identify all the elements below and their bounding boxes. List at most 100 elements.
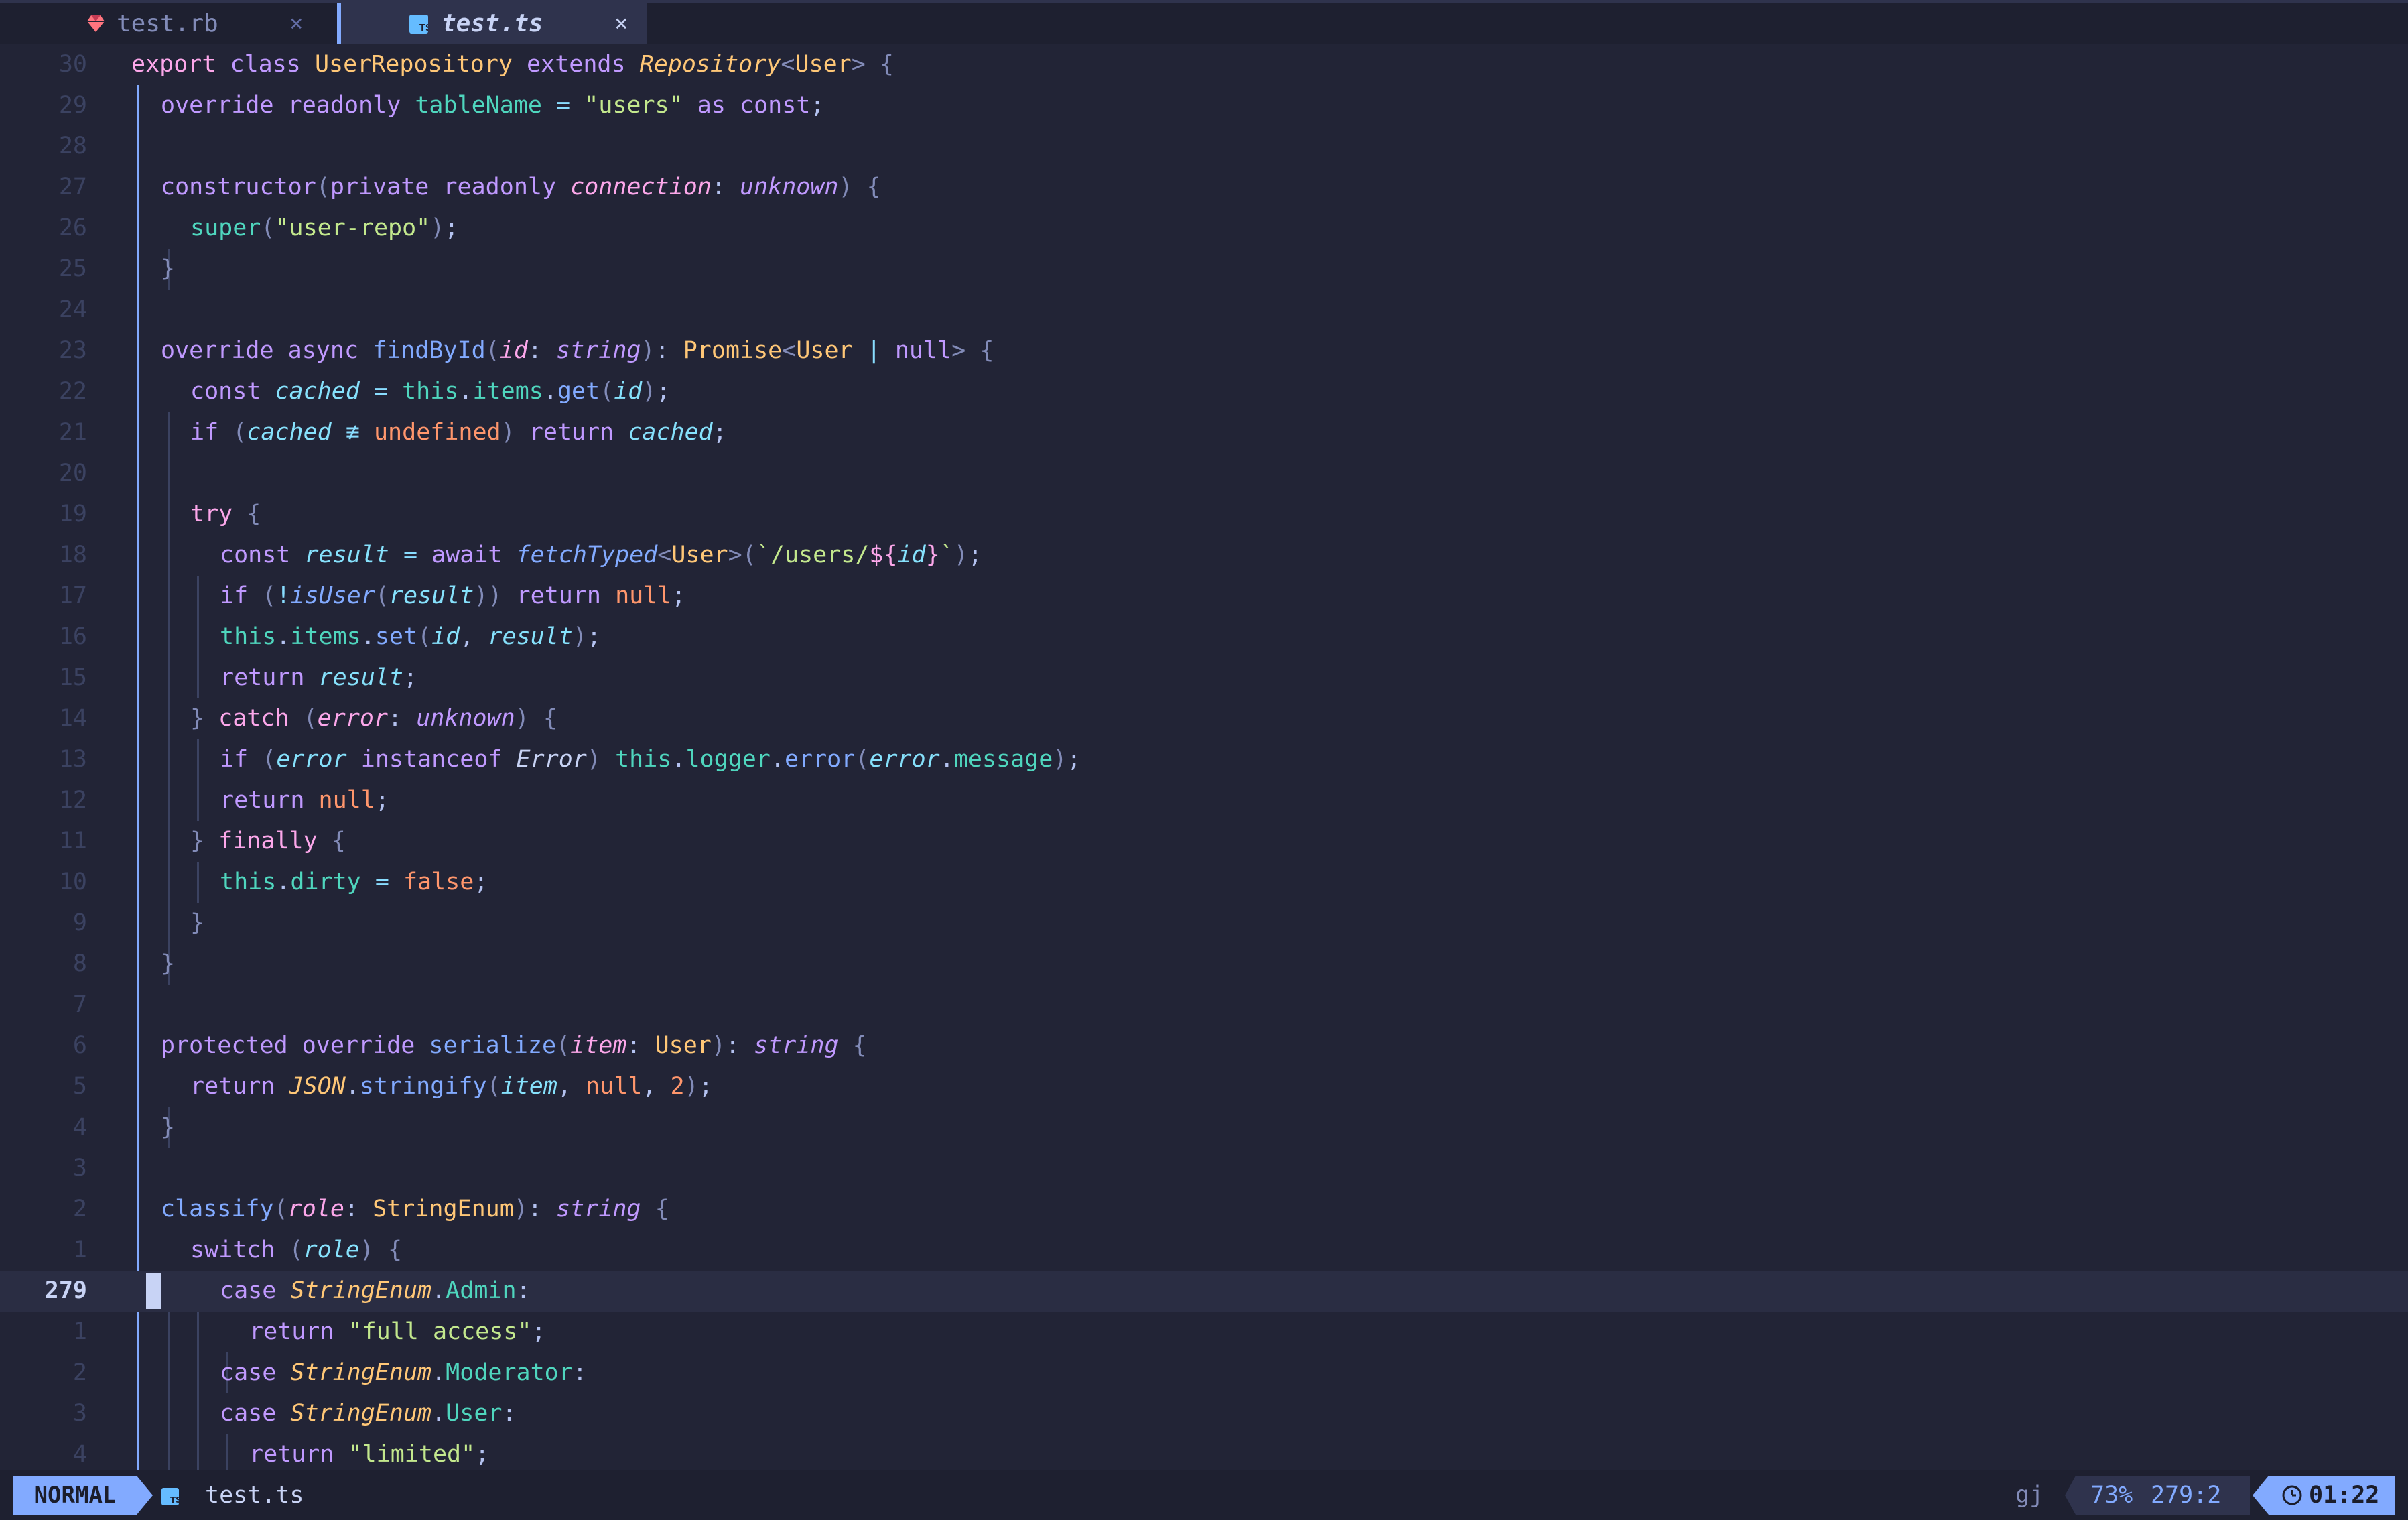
code-line[interactable]: 4} (0, 1107, 2408, 1148)
code-line[interactable]: 2 case StringEnum.Moderator: (0, 1352, 2408, 1393)
code-line[interactable]: 24 (0, 290, 2408, 330)
line-number: 6 (72, 1032, 87, 1059)
code-text: } (161, 255, 176, 282)
line-number: 2 (72, 1359, 87, 1386)
line-number: 1 (72, 1318, 87, 1345)
line-number: 7 (72, 991, 87, 1018)
code-text: } (161, 1114, 176, 1141)
code-text: } finally { (190, 828, 346, 854)
code-line[interactable]: 21 if (cached ≢ undefined) return cached; (0, 412, 2408, 453)
code-line[interactable]: 22 const cached = this.items.get(id); (0, 371, 2408, 412)
code-line[interactable]: 29 override readonly tableName = "users" … (0, 85, 2408, 126)
code-line[interactable]: 1 return "full access"; (0, 1312, 2408, 1352)
line-number: 3 (72, 1400, 87, 1427)
code-line[interactable]: 11 } finally { (0, 821, 2408, 862)
close-icon[interactable]: × (614, 12, 628, 35)
code-line[interactable]: 17 if (!isUser(result)) return null; (0, 576, 2408, 617)
code-line[interactable]: 26 super("user-repo"); (0, 208, 2408, 249)
scroll-percent: 73% (2090, 1482, 2133, 1509)
code-line[interactable]: 28 (0, 126, 2408, 167)
code-line[interactable]: 6 protected override serialize(item: User… (0, 1025, 2408, 1066)
cursor (146, 1273, 161, 1309)
code-text: if (error instanceof Error) this.logger.… (220, 746, 1081, 773)
tab-bar: test.rb × TS test.ts × (0, 0, 2408, 44)
code-text: case StringEnum.Admin: (220, 1277, 531, 1304)
code-text: return "full access"; (249, 1318, 546, 1345)
code-line[interactable]: 27 constructor(private readonly connectio… (0, 167, 2408, 208)
line-number: 15 (58, 664, 87, 691)
ruby-icon (86, 13, 106, 34)
code-line[interactable]: 1 switch (role) { (0, 1230, 2408, 1271)
status-line: NORMAL TS test.ts gj 73% 279:2 01:22 (0, 1470, 2408, 1520)
typescript-icon: TS (161, 1488, 182, 1505)
code-line[interactable]: 4 return "limited"; (0, 1434, 2408, 1470)
line-number: 13 (58, 746, 87, 773)
tab-label: test.rb (117, 9, 218, 38)
code-line[interactable]: 5 return JSON.stringify(item, null, 2); (0, 1066, 2408, 1107)
code-line[interactable]: 23 override async findById(id: string): P… (0, 330, 2408, 371)
mode-separator (137, 1476, 153, 1515)
code-line[interactable]: 15 return result; (0, 657, 2408, 698)
code-line[interactable]: 18 const result = await fetchTyped<User>(… (0, 535, 2408, 576)
code-text: this.dirty = false; (220, 869, 488, 895)
code-text: return JSON.stringify(item, null, 2); (190, 1073, 713, 1100)
editor-window: test.rb × TS test.ts × 30export (0, 0, 2408, 1520)
code-line[interactable]: 10 this.dirty = false; (0, 862, 2408, 903)
clock-icon (2281, 1484, 2303, 1507)
mode-indicator: NORMAL (13, 1476, 137, 1515)
pending-keys: gj (2015, 1482, 2044, 1509)
line-number: 20 (58, 460, 87, 487)
status-filename: test.ts (205, 1482, 304, 1509)
line-number: 8 (72, 950, 87, 977)
code-text: } catch (error: unknown) { (190, 705, 557, 732)
code-text: constructor(private readonly connection:… (161, 174, 881, 200)
code-text: switch (role) { (190, 1237, 403, 1263)
code-line[interactable]: 14} catch (error: unknown) { (0, 698, 2408, 739)
code-text: return "limited"; (249, 1441, 490, 1468)
line-number: 23 (58, 337, 87, 364)
line-number: 27 (58, 174, 87, 200)
line-number: 16 (58, 623, 87, 650)
code-text: if (!isUser(result)) return null; (220, 582, 686, 609)
line-number: 4 (72, 1441, 87, 1468)
line-number: 11 (58, 828, 87, 854)
code-line[interactable]: 19 try { (0, 494, 2408, 535)
code-line[interactable]: 12 return null; (0, 780, 2408, 821)
line-number: 2 (72, 1196, 87, 1222)
code-line[interactable]: 30 export class UserRepository extends Re… (0, 44, 2408, 85)
code-text: this.items.set(id, result); (220, 623, 602, 650)
close-icon[interactable]: × (289, 12, 303, 35)
code-text: return result; (220, 664, 418, 691)
cursor-position: 279:2 (2151, 1482, 2222, 1509)
tab-test-rb[interactable]: test.rb × (0, 3, 335, 44)
code-line[interactable]: 16 this.items.set(id, result); (0, 617, 2408, 657)
code-line[interactable]: 13 if (error instanceof Error) this.logge… (0, 739, 2408, 780)
code-line[interactable]: 25} (0, 249, 2408, 290)
code-line[interactable]: 9} (0, 903, 2408, 944)
line-number: 4 (72, 1114, 87, 1141)
line-number: 28 (58, 133, 87, 160)
code-text: override async findById(id: string): Pro… (161, 337, 994, 364)
tab-label: test.ts (442, 9, 543, 38)
code-line[interactable]: 7 (0, 985, 2408, 1025)
code-editor[interactable]: 30 export class UserRepository extends Re… (0, 44, 2408, 1470)
code-line[interactable]: 3 (0, 1148, 2408, 1189)
code-line[interactable]: 20 (0, 453, 2408, 494)
code-line[interactable]: 2 classify(role: StringEnum): string { (0, 1189, 2408, 1230)
current-line[interactable]: 279 case StringEnum.Admin: (0, 1271, 2408, 1312)
code-line[interactable]: 3 case StringEnum.User: (0, 1393, 2408, 1434)
code-text: export class UserRepository extends Repo… (131, 51, 894, 78)
line-number: 9 (72, 909, 87, 936)
code-text: override readonly tableName = "users" as… (161, 92, 825, 119)
code-text: super("user-repo"); (190, 214, 459, 241)
line-number: 29 (58, 92, 87, 119)
code-text: } (190, 909, 205, 936)
line-number: 10 (58, 869, 87, 895)
clock-time: 01:22 (2309, 1482, 2380, 1509)
code-line[interactable]: 8} (0, 944, 2408, 985)
code-text: } (161, 950, 176, 977)
line-number: 19 (58, 501, 87, 527)
tab-test-ts[interactable]: TS test.ts × (341, 3, 647, 44)
line-number: 30 (58, 51, 87, 78)
line-number: 26 (58, 214, 87, 241)
